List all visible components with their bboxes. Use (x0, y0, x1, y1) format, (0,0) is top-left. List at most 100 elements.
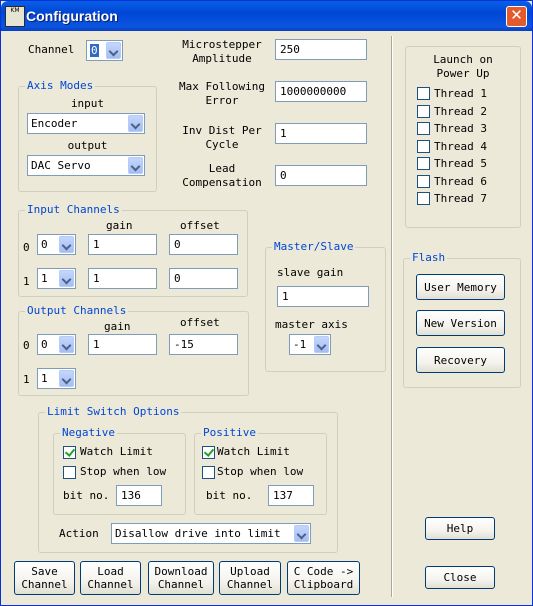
input-channels-title: Input Channels (25, 203, 122, 216)
input-channels-group: Input Channels gain offset 0 0 1 0 1 1 1… (18, 203, 248, 297)
output-channel-value: 1 (41, 372, 48, 385)
chevron-down-icon[interactable] (59, 370, 74, 387)
output-offset-label: offset (180, 316, 220, 329)
limit-switch-title: Limit Switch Options (45, 405, 182, 418)
master-slave-group: Master/Slave slave gain 1 master axis -1 (265, 240, 386, 372)
negative-watch-label: Watch Limit (80, 445, 153, 458)
axis-input-select[interactable]: Encoder (27, 113, 145, 134)
axis-input-value: Encoder (31, 117, 78, 130)
chevron-down-icon[interactable] (294, 525, 309, 542)
close-button[interactable]: Close (425, 566, 495, 589)
master-slave-title: Master/Slave (272, 240, 356, 253)
negative-watch-checkbox[interactable] (63, 446, 76, 459)
download-channel-button[interactable]: Download Channel (148, 561, 214, 595)
vertical-divider (391, 36, 393, 597)
input-offset-label: offset (180, 219, 220, 232)
master-axis-select[interactable]: -1 (289, 334, 331, 355)
chevron-down-icon[interactable] (314, 336, 329, 353)
launch-group: Launch on Power Up Thread 1 Thread 2 Thr… (405, 46, 521, 228)
slave-gain-input[interactable]: 1 (277, 286, 369, 307)
negative-bit-input[interactable]: 136 (116, 485, 162, 506)
close-window-icon[interactable]: ✕ (506, 6, 527, 27)
load-channel-button[interactable]: Load Channel (80, 561, 141, 595)
thread-checkbox[interactable] (417, 122, 430, 135)
negative-stop-label: Stop when low (80, 465, 167, 478)
thread-checkbox[interactable] (417, 105, 430, 118)
lead-comp-input[interactable]: 0 (275, 165, 367, 186)
positive-stop-checkbox[interactable] (202, 466, 215, 479)
output-channels-group: Output Channels gain offset 0 0 1 -15 1 … (18, 304, 249, 396)
output-offset-field[interactable]: -15 (169, 334, 238, 355)
chevron-down-icon[interactable] (59, 270, 74, 287)
thread-checkbox[interactable] (417, 140, 430, 153)
thread-checkbox[interactable] (417, 175, 430, 188)
chevron-down-icon[interactable] (128, 115, 143, 132)
chevron-down-icon[interactable] (128, 157, 143, 174)
output-channel-value: 0 (41, 338, 48, 351)
negative-title: Negative (60, 426, 117, 439)
negative-stop-checkbox[interactable] (63, 466, 76, 479)
thread-label: Thread 7 (434, 192, 487, 205)
flash-group: Flash User Memory New Version Recovery (403, 251, 521, 388)
output-gain-field[interactable]: 1 (88, 334, 157, 355)
master-axis-label: master axis (275, 318, 348, 331)
axis-output-value: DAC Servo (31, 159, 91, 172)
positive-title: Positive (201, 426, 258, 439)
input-row-index: 0 (23, 241, 30, 254)
input-offset-field[interactable]: 0 (169, 234, 238, 255)
chevron-down-icon[interactable] (59, 336, 74, 353)
title-bar[interactable]: KM Configuration ✕ (1, 1, 532, 31)
positive-watch-checkbox[interactable] (202, 446, 215, 459)
upload-channel-button[interactable]: Upload Channel (219, 561, 281, 595)
lead-comp-label: Lead Compensation (182, 162, 262, 189)
c-code-clipboard-button[interactable]: C Code -> Clipboard (287, 561, 360, 595)
axis-output-label: output (67, 139, 108, 152)
action-select[interactable]: Disallow drive into limit (111, 523, 311, 544)
negative-group: Negative Watch Limit Stop when low bit n… (53, 426, 186, 515)
thread-label: Thread 2 (434, 105, 487, 118)
input-offset-field[interactable]: 0 (169, 268, 238, 289)
thread-label: Thread 3 (434, 122, 487, 135)
launch-title: Launch on Power Up (433, 53, 493, 80)
output-channels-title: Output Channels (25, 304, 129, 317)
positive-stop-label: Stop when low (217, 465, 304, 478)
max-following-label: Max Following Error (178, 80, 266, 107)
chevron-down-icon[interactable] (59, 236, 74, 253)
thread-label: Thread 5 (434, 157, 487, 170)
channel-label: Channel (28, 43, 75, 56)
help-button[interactable]: Help (425, 517, 495, 540)
positive-bit-label: bit no. (206, 489, 253, 502)
output-channel-select[interactable]: 1 (37, 368, 76, 389)
axis-output-select[interactable]: DAC Servo (27, 155, 145, 176)
new-version-button[interactable]: New Version (416, 310, 505, 336)
input-channel-select[interactable]: 1 (37, 268, 76, 289)
axis-modes-title: Axis Modes (25, 79, 96, 92)
input-channel-value: 0 (41, 238, 48, 251)
thread-checkbox[interactable] (417, 87, 430, 100)
save-channel-button[interactable]: Save Channel (14, 561, 75, 595)
input-gain-field[interactable]: 1 (88, 268, 157, 289)
inv-dist-input[interactable]: 1 (275, 123, 367, 144)
thread-label: Thread 6 (434, 175, 487, 188)
thread-label: Thread 1 (434, 87, 487, 100)
input-channel-select[interactable]: 0 (37, 234, 76, 255)
thread-label: Thread 4 (434, 140, 487, 153)
user-memory-button[interactable]: User Memory (416, 274, 505, 300)
app-logo-text: KM (10, 7, 20, 14)
thread-checkbox[interactable] (417, 157, 430, 170)
recovery-button[interactable]: Recovery (416, 347, 505, 373)
positive-bit-input[interactable]: 137 (268, 485, 314, 506)
app-logo-icon: KM (5, 6, 25, 27)
input-gain-label: gain (106, 219, 133, 232)
max-following-input[interactable]: 1000000000 (275, 81, 367, 102)
chevron-down-icon[interactable] (106, 42, 121, 59)
axis-modes-group: Axis Modes input Encoder output DAC Serv… (18, 79, 157, 192)
axis-input-label: input (70, 97, 105, 110)
window-title: Configuration (26, 8, 118, 24)
thread-checkbox[interactable] (417, 192, 430, 205)
channel-select[interactable]: 0 (86, 40, 123, 61)
microstepper-input[interactable]: 250 (275, 39, 367, 60)
output-channel-select[interactable]: 0 (37, 334, 76, 355)
input-gain-field[interactable]: 1 (88, 234, 157, 255)
configuration-window: KM Configuration ✕ Channel 0 Axis Modes … (0, 0, 533, 606)
